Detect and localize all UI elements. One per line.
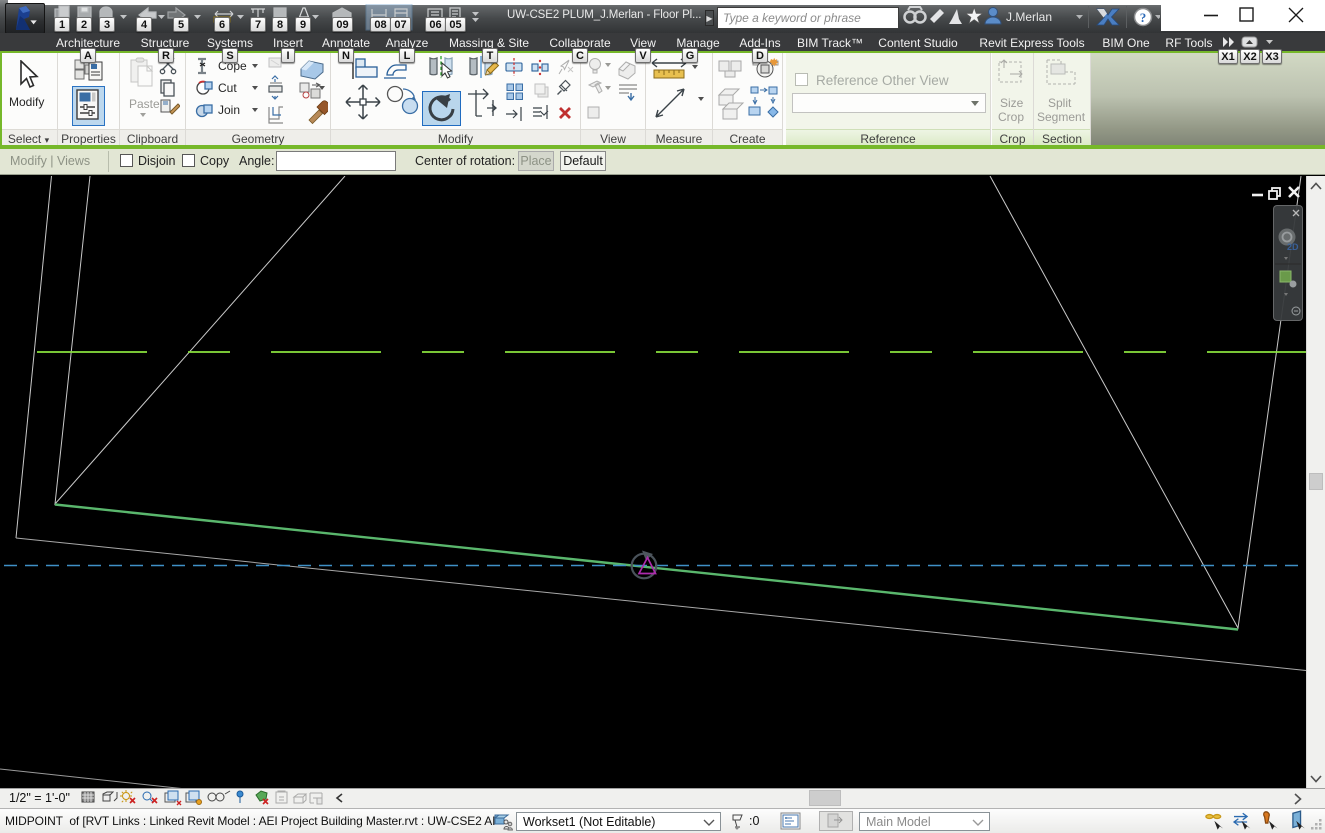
svg-text:J.Merlan: J.Merlan — [1006, 10, 1052, 24]
svg-text:2D: 2D — [1287, 242, 1299, 252]
svg-text:?: ? — [1140, 10, 1147, 25]
